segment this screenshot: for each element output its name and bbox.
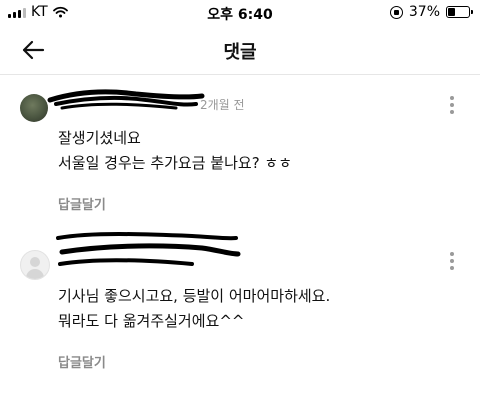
comment-line: 잘생기셨네요 [58, 129, 141, 147]
rotation-lock-icon [389, 5, 403, 19]
more-options-button[interactable] [446, 94, 458, 116]
more-options-button[interactable] [446, 250, 458, 272]
status-right: 37% [389, 4, 473, 20]
nav-header: 댓글 [0, 26, 480, 75]
redaction-scribble [47, 89, 205, 110]
comment-time: 2개월 전 [200, 98, 245, 112]
redaction-scribble [56, 232, 241, 266]
reply-button[interactable]: 답글달기 [58, 352, 106, 371]
reply-button[interactable]: 답글달기 [58, 194, 106, 213]
more-vertical-icon [450, 96, 454, 100]
comment-line: 서울일 경우는 추가요금 붙나요? ㅎㅎ [58, 154, 293, 172]
comment-line: 뭐라도 다 옮겨주실거에요^^ [58, 312, 245, 330]
more-vertical-icon [450, 252, 454, 256]
comment-item: 기사님 좋으시고요, 등발이 어마어마하세요. 뭐라도 다 옮겨주실거에요^^ … [0, 230, 480, 380]
page-title: 댓글 [223, 42, 257, 63]
comment-text: 기사님 좋으시고요, 등발이 어마어마하세요. 뭐라도 다 옮겨주실거에요^^ [58, 284, 330, 334]
status-bar: KT 오후 6:40 37% [0, 0, 480, 24]
comment-item: 2개월 전 잘생기셨네요 서울일 경우는 추가요금 붙나요? ㅎㅎ 답글달기 [0, 84, 480, 214]
comment-text: 잘생기셨네요 서울일 경우는 추가요금 붙나요? ㅎㅎ [58, 126, 292, 176]
avatar[interactable] [20, 94, 48, 122]
comment-line: 기사님 좋으시고요, 등발이 어마어마하세요. [58, 287, 331, 305]
battery-icon [446, 6, 473, 18]
battery-percent: 37% [408, 4, 440, 20]
avatar[interactable] [20, 250, 50, 280]
